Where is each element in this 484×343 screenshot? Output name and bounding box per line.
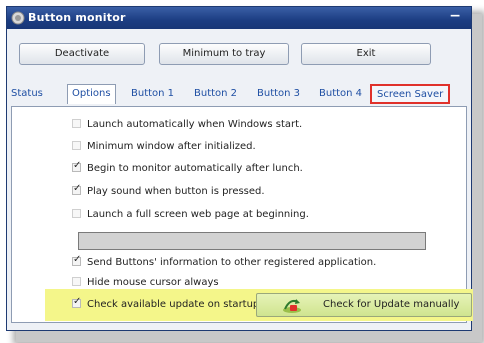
check-update-button[interactable]: Check for Update manually bbox=[256, 293, 472, 317]
option-send-buttons-info[interactable]: Send Buttons' information to other regis… bbox=[72, 254, 377, 273]
option-label: Check available update on startup bbox=[87, 299, 260, 310]
deactivate-button[interactable]: Deactivate bbox=[19, 43, 145, 65]
tab-status[interactable]: Status bbox=[11, 88, 43, 99]
title-bar[interactable]: Button monitor − bbox=[7, 7, 471, 29]
option-label: Hide mouse cursor always bbox=[87, 277, 219, 288]
checkbox[interactable] bbox=[72, 254, 81, 266]
tab-button-1[interactable]: Button 1 bbox=[131, 88, 174, 99]
update-icon bbox=[283, 299, 301, 313]
tab-button-2[interactable]: Button 2 bbox=[194, 88, 237, 99]
minimum-to-tray-button[interactable]: Minimum to tray bbox=[159, 43, 289, 65]
app-icon bbox=[11, 11, 25, 25]
checkbox[interactable] bbox=[72, 276, 81, 286]
checkbox[interactable] bbox=[72, 208, 81, 218]
option-label: Play sound when button is pressed. bbox=[87, 186, 265, 197]
tab-button-4[interactable]: Button 4 bbox=[319, 88, 362, 99]
option-check-update-startup[interactable]: Check available update on startup bbox=[72, 296, 260, 315]
option-begin-monitor[interactable]: Begin to monitor automatically after lun… bbox=[72, 160, 303, 179]
option-minimum-window[interactable]: Minimum window after initialized. bbox=[72, 140, 256, 157]
button-monitor-window: Button monitor − Deactivate Minimum to t… bbox=[6, 6, 473, 331]
check-update-label: Check for Update manually bbox=[323, 299, 460, 310]
web-page-url-field[interactable] bbox=[78, 232, 426, 250]
option-label: Minimum window after initialized. bbox=[87, 141, 256, 152]
tab-options[interactable]: Options bbox=[67, 84, 116, 104]
option-label: Send Buttons' information to other regis… bbox=[87, 257, 377, 268]
checkbox[interactable] bbox=[72, 140, 81, 150]
checkbox[interactable] bbox=[72, 118, 81, 128]
tab-screen-saver[interactable]: Screen Saver bbox=[370, 84, 451, 104]
option-label: Launch a full screen web page at beginni… bbox=[87, 209, 309, 220]
option-label: Begin to monitor automatically after lun… bbox=[87, 163, 303, 174]
checkbox[interactable] bbox=[72, 183, 81, 195]
option-label: Launch automatically when Windows start. bbox=[87, 119, 303, 130]
tab-strip: Status Options Button 1 Button 2 Button … bbox=[7, 82, 471, 106]
exit-button[interactable]: Exit bbox=[301, 43, 431, 65]
minimize-button[interactable]: − bbox=[449, 8, 461, 24]
checkbox[interactable] bbox=[72, 160, 81, 172]
option-play-sound[interactable]: Play sound when button is pressed. bbox=[72, 183, 265, 202]
checkbox[interactable] bbox=[72, 296, 81, 308]
option-launch-web-page[interactable]: Launch a full screen web page at beginni… bbox=[72, 208, 309, 225]
option-launch-automatically[interactable]: Launch automatically when Windows start. bbox=[72, 118, 303, 135]
window-title: Button monitor bbox=[28, 11, 126, 24]
options-panel: Launch automatically when Windows start.… bbox=[11, 106, 473, 323]
tab-button-3[interactable]: Button 3 bbox=[257, 88, 300, 99]
